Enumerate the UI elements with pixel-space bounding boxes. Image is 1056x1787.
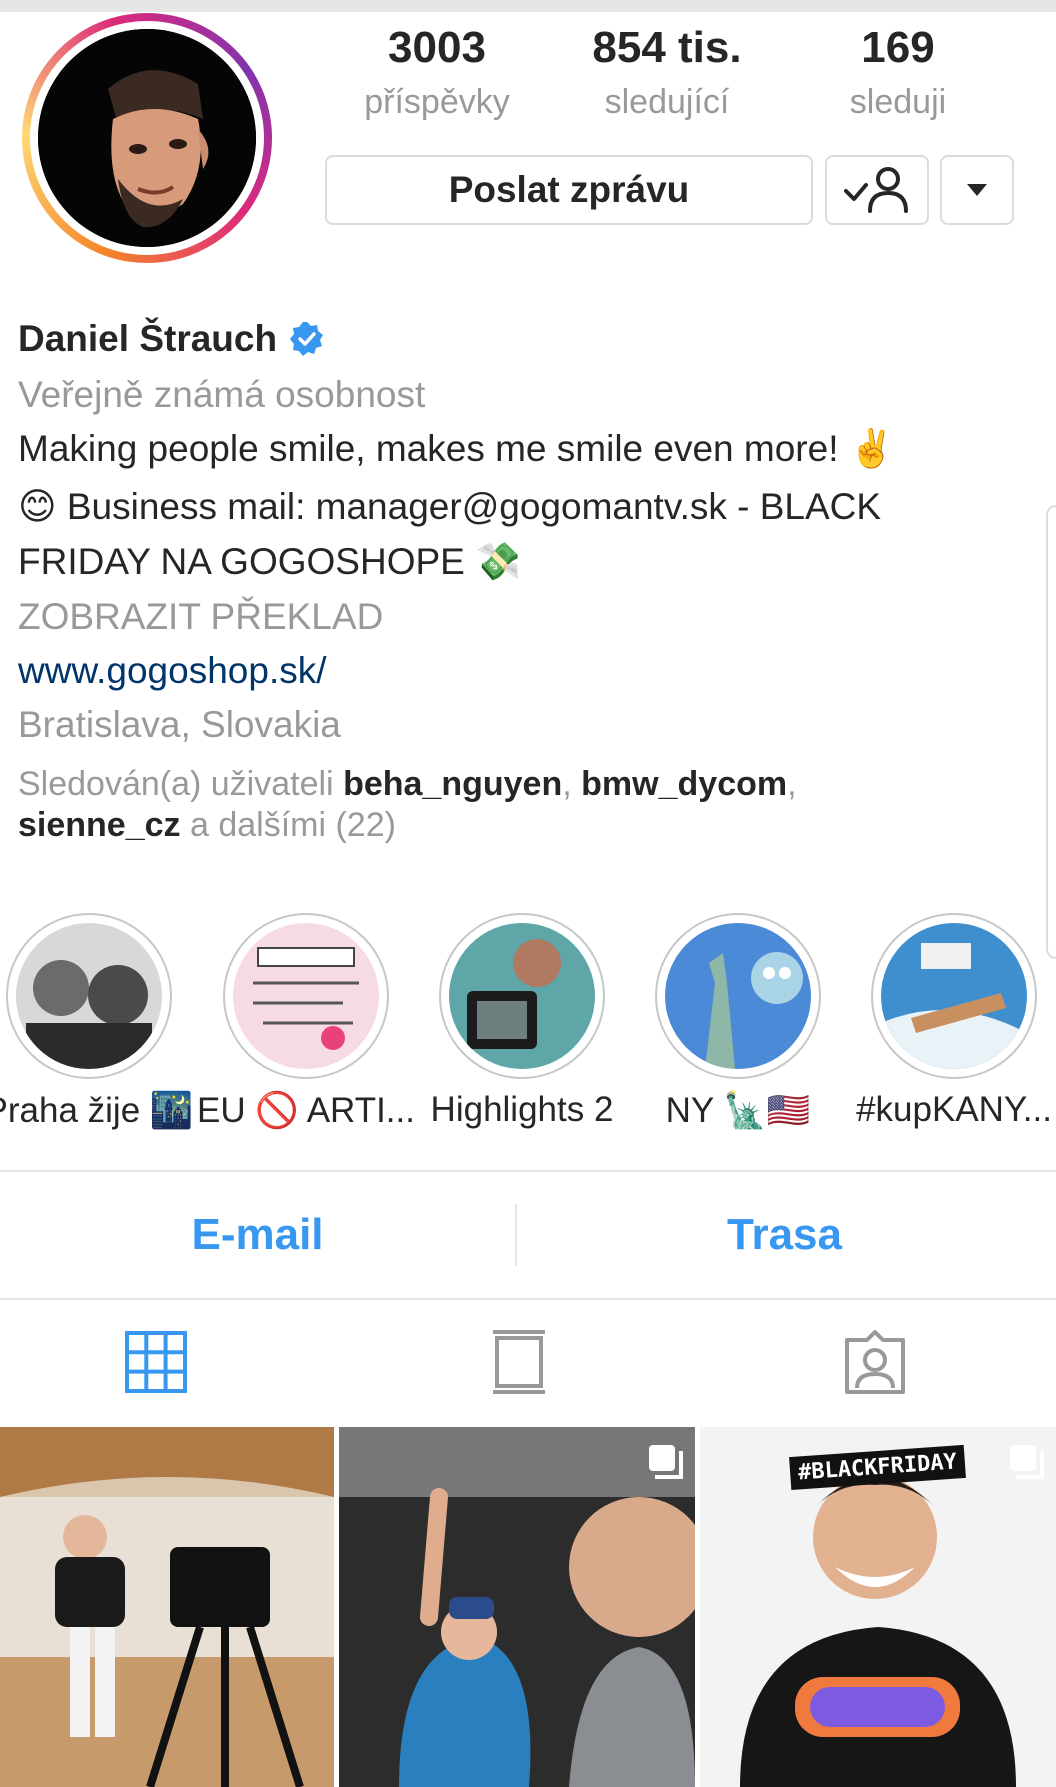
- highlight-label: EU 🚫 ARTI...: [197, 1091, 415, 1130]
- multiple-photos-icon: [649, 1445, 683, 1479]
- directions-button[interactable]: Trasa: [527, 1210, 1042, 1260]
- person-check-icon: [844, 167, 908, 213]
- followed-by-line-2[interactable]: sienne_cz a dalšími (22): [18, 806, 396, 845]
- stat-posts-value: 3003: [388, 23, 486, 72]
- verified-badge-icon: [290, 322, 324, 356]
- followed-by-user-link[interactable]: bmw_dycom: [581, 765, 787, 803]
- location-text: Bratislava, Slovakia: [18, 704, 341, 745]
- highlight-circle[interactable]: [6, 913, 172, 1079]
- stat-following[interactable]: 169 sleduji: [798, 22, 998, 124]
- bio-line-3: FRIDAY NA GOGOSHOPE 💸: [18, 541, 522, 582]
- post-thumbnail[interactable]: [339, 1427, 695, 1787]
- highlight-cover: [233, 923, 379, 1069]
- email-button[interactable]: E-mail: [0, 1210, 515, 1260]
- more-options-button[interactable]: [940, 155, 1014, 225]
- followed-by-suffix: a dalšími (22): [189, 806, 396, 844]
- post-thumbnail[interactable]: #BLACKFRIDAY: [700, 1427, 1056, 1787]
- profile-name: Daniel Štrauch: [18, 318, 278, 359]
- status-bar-strip: [0, 0, 1056, 12]
- followed-by-line-1: Sledován(a) uživateli beha_nguyen, bmw_d…: [18, 765, 797, 804]
- show-translation-link[interactable]: ZOBRAZIT PŘEKLAD: [18, 596, 383, 638]
- post-thumbnail[interactable]: [0, 1427, 334, 1787]
- stat-following-label: sleduji: [849, 83, 947, 121]
- stat-followers-label: sledující: [604, 83, 730, 121]
- tagged-icon: [845, 1330, 905, 1394]
- divider: [0, 1170, 1056, 1172]
- bio-line-1: Making people smile, makes me smile even…: [18, 428, 895, 469]
- highlight-label: NY 🗽🇺🇸: [665, 1091, 811, 1130]
- avatar-border: [30, 21, 264, 255]
- avatar: [38, 29, 256, 247]
- highlight-label: #kupKANY...: [856, 1090, 1052, 1129]
- profile-name-row: Daniel Štrauch: [18, 318, 325, 360]
- highlight-cover: [665, 923, 811, 1069]
- divider: [515, 1204, 517, 1266]
- highlight-circle[interactable]: [439, 913, 605, 1079]
- followed-by-user-link[interactable]: sienne_cz: [18, 806, 181, 844]
- caret-down-icon: [967, 184, 987, 196]
- highlight-cover: [881, 923, 1027, 1069]
- highlight-cover: [449, 923, 595, 1069]
- scrollbar[interactable]: [1046, 505, 1056, 959]
- highlight-cover: [16, 923, 162, 1069]
- highlight-circle[interactable]: [655, 913, 821, 1079]
- stat-followers-value: 854 tis.: [592, 23, 742, 72]
- followed-by-user-link[interactable]: beha_nguyen: [343, 765, 562, 803]
- tab-tagged[interactable]: [843, 1330, 907, 1394]
- bio-line-2: 😊 Business mail: manager@gogomantv.sk - …: [18, 486, 882, 527]
- multiple-photos-icon: [1010, 1445, 1044, 1479]
- followed-by-prefix: Sledován(a) uživateli: [18, 765, 334, 803]
- divider: [0, 1298, 1056, 1300]
- highlight-circle[interactable]: [223, 913, 389, 1079]
- tab-grid[interactable]: [124, 1330, 188, 1394]
- profile-category: Veřejně známá osobnost: [18, 374, 426, 415]
- highlight-label: Highlights 2: [430, 1090, 614, 1129]
- stat-posts[interactable]: 3003 příspěvky: [337, 22, 537, 124]
- tab-feed[interactable]: [487, 1330, 551, 1394]
- grid-icon: [125, 1331, 187, 1393]
- highlight-label: Praha žije 🌃: [0, 1091, 194, 1130]
- send-message-button[interactable]: Poslat zprávu: [325, 155, 813, 225]
- website-link[interactable]: www.gogoshop.sk/: [18, 650, 327, 692]
- stat-followers[interactable]: 854 tis. sledující: [567, 22, 767, 124]
- highlight-circle[interactable]: [871, 913, 1037, 1079]
- stat-following-value: 169: [861, 23, 935, 72]
- stat-posts-label: příspěvky: [364, 83, 510, 121]
- feed-icon: [493, 1330, 545, 1394]
- following-button[interactable]: [825, 155, 929, 225]
- profile-avatar-story-ring[interactable]: [22, 13, 272, 263]
- followed-by-separator: ,: [562, 765, 572, 803]
- followed-by-separator: ,: [787, 765, 797, 803]
